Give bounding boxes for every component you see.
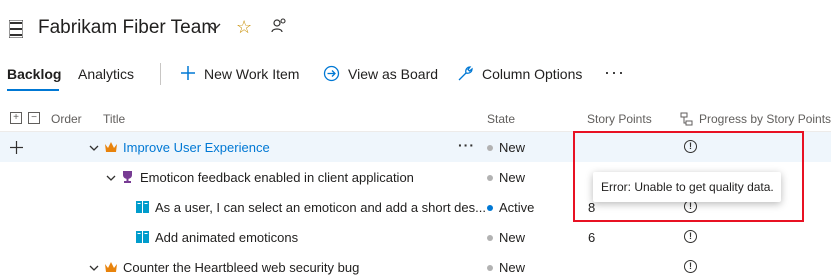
expand-all-button[interactable]: + [10,112,22,124]
rollup-icon [680,112,693,126]
chevron-down-icon[interactable] [106,174,116,182]
backlog-list-icon [9,20,23,38]
work-item-title[interactable]: Add animated emoticons [155,230,298,245]
work-item-title[interactable]: Emoticon feedback enabled in client appl… [140,170,414,185]
info-icon[interactable]: ! [684,230,697,243]
arrow-circle-icon [323,65,340,82]
state-text: New [499,230,526,245]
feature-crown-icon [105,142,117,152]
state-text: New [499,260,526,275]
work-item-title-link[interactable]: Improve User Experience [123,140,270,155]
view-as-board-label: View as Board [348,66,439,82]
tab-selected-indicator [7,89,59,91]
state-dot [487,145,493,151]
state-dot [487,265,493,271]
chevron-down-icon[interactable] [89,144,99,152]
new-work-item-button[interactable]: New Work Item [178,62,328,86]
work-item-title[interactable]: Counter the Heartbleed web security bug [123,260,359,275]
error-tooltip: Error: Unable to get quality data. [593,172,781,202]
info-icon[interactable]: ! [684,260,697,273]
column-header-story-points[interactable]: Story Points [587,112,652,126]
column-options-label: Column Options [482,66,583,82]
state-dot [487,235,493,241]
state-dot [487,205,493,211]
team-members-icon[interactable] [270,17,288,35]
epic-trophy-icon [123,171,132,183]
chevron-down-icon[interactable] [89,264,99,272]
row-more-actions-button[interactable]: ··· [458,137,475,153]
state-dot [487,175,493,181]
collapse-all-button[interactable]: − [28,112,40,124]
column-header-title[interactable]: Title [103,112,125,126]
feature-crown-icon [105,262,117,272]
column-options-button[interactable]: Column Options [456,62,590,86]
tab-analytics[interactable]: Analytics [78,66,134,82]
user-story-book-icon [136,201,149,213]
column-header-order[interactable]: Order [51,112,82,126]
favorite-star-icon[interactable]: ☆ [236,17,252,38]
wrench-icon [458,66,473,81]
plus-icon [181,66,195,80]
column-header-state[interactable]: State [487,112,515,126]
state-text: New [499,170,526,185]
state-text: Active [499,200,535,215]
new-work-item-label: New Work Item [204,66,300,82]
more-commands-button[interactable]: ··· [604,62,625,83]
tab-backlog[interactable]: Backlog [7,66,61,82]
team-title[interactable]: Fabrikam Fiber Team [38,17,217,39]
user-story-book-icon [136,231,149,243]
story-points-value: 6 [588,230,596,245]
work-item-title[interactable]: As a user, I can select an emoticon and … [155,200,486,215]
add-child-plus-icon[interactable] [10,141,23,154]
toolbar-divider [160,63,161,85]
chevron-down-icon[interactable] [207,22,221,32]
state-text: New [499,140,526,155]
column-header-progress[interactable]: Progress by Story Points [699,112,831,126]
view-as-board-button[interactable]: View as Board [322,62,442,86]
